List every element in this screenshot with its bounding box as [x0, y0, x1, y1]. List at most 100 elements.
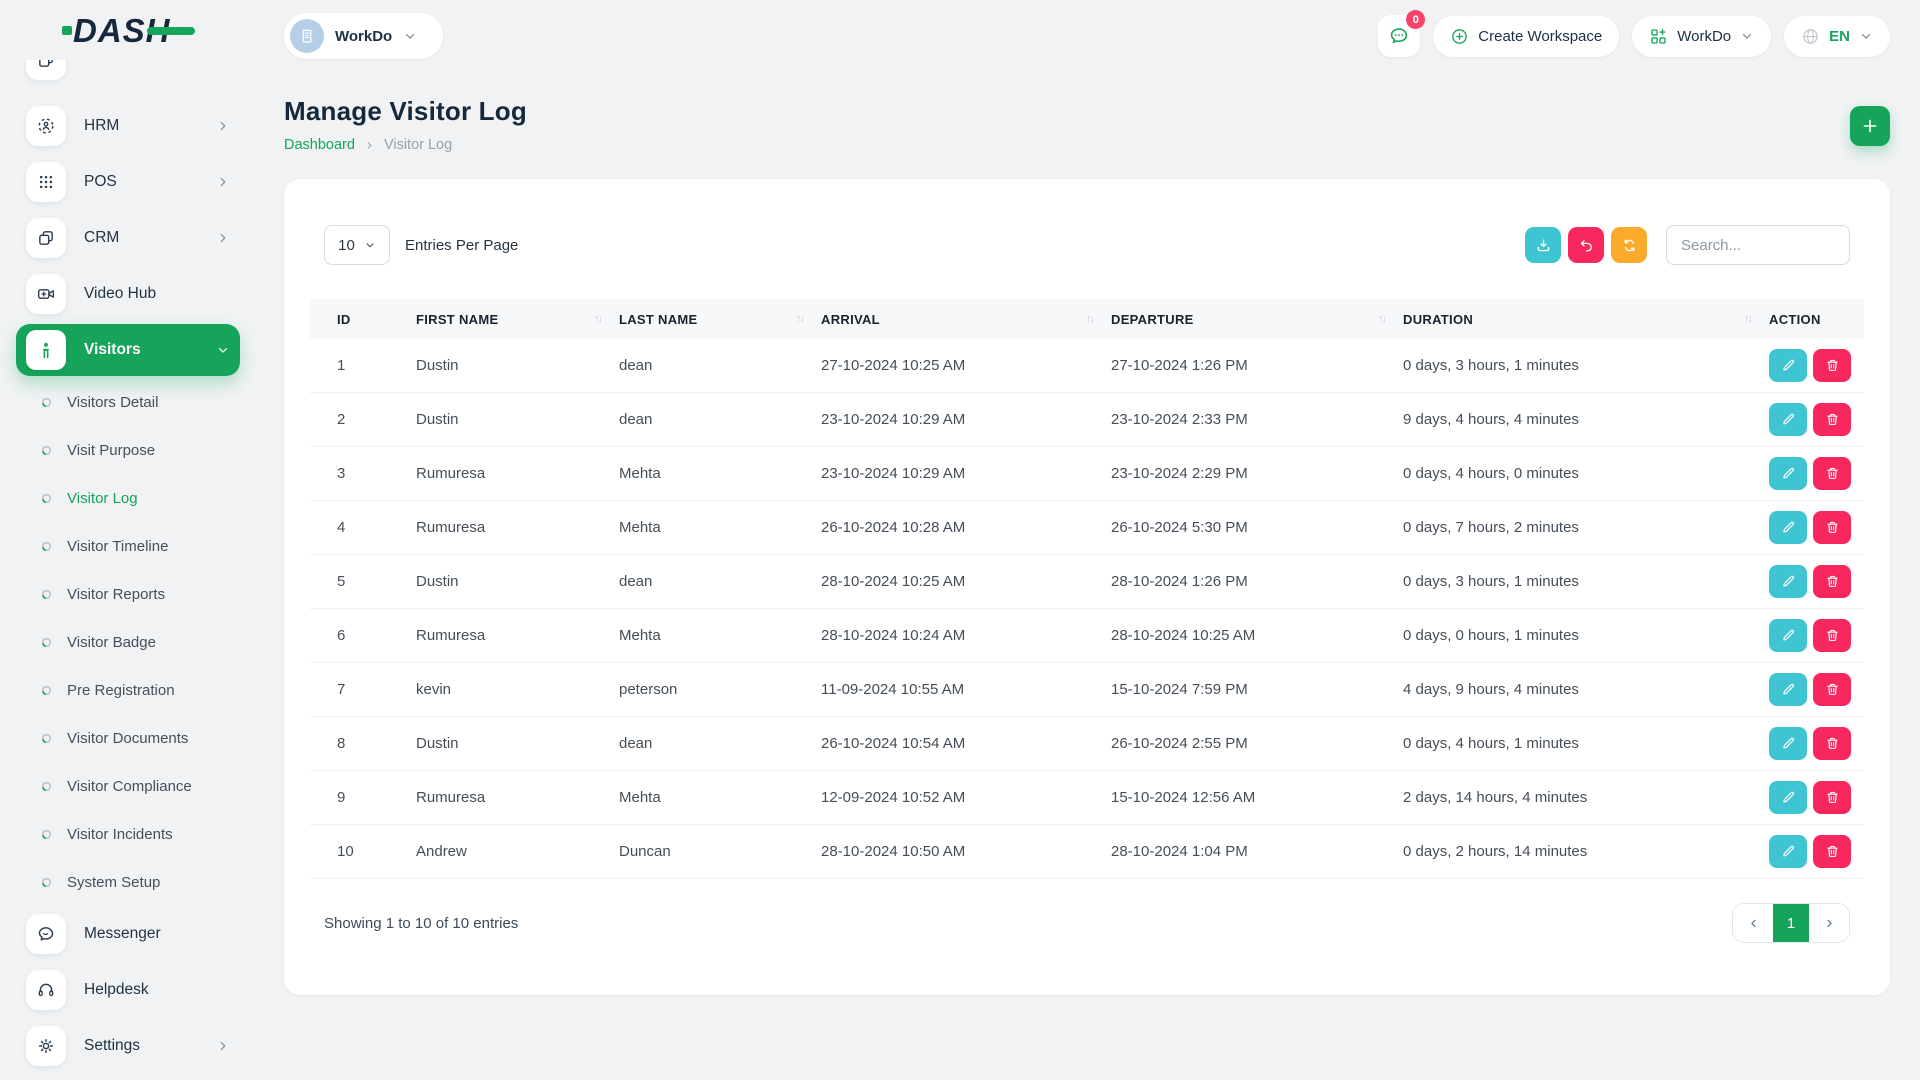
delete-button[interactable] — [1813, 457, 1851, 490]
sidebar-subitem-visitor-documents[interactable]: Visitor Documents — [16, 714, 240, 762]
delete-button[interactable] — [1813, 349, 1851, 382]
column-header-first-name[interactable]: FIRST NAME ↑↓ — [416, 299, 619, 339]
main-area: WorkDo 0 Create Workspace WorkDo — [256, 0, 1920, 1080]
globe-icon — [1801, 27, 1820, 46]
chat-bubble-icon — [1388, 25, 1410, 47]
chevron-right-icon — [216, 119, 230, 133]
trash-icon — [1825, 682, 1840, 697]
sidebar-item-messenger[interactable]: Messenger — [16, 906, 240, 962]
previous-page-button[interactable] — [1733, 904, 1773, 942]
edit-button[interactable] — [1769, 457, 1807, 490]
delete-button[interactable] — [1813, 673, 1851, 706]
sort-icon[interactable]: ↑↓ — [1378, 313, 1385, 325]
table-row: 7 kevin peterson 11-09-2024 10:55 AM 15-… — [310, 663, 1864, 717]
refresh-button[interactable] — [1611, 227, 1647, 263]
sort-icon[interactable]: ↑↓ — [1744, 313, 1751, 325]
sidebar-item-hrm[interactable]: HRM — [16, 98, 240, 154]
edit-button[interactable] — [1769, 619, 1807, 652]
table-row: 4 Rumuresa Mehta 26-10-2024 10:28 AM 26-… — [310, 501, 1864, 555]
edit-button[interactable] — [1769, 349, 1807, 382]
column-header-duration[interactable]: DURATION ↑↓ — [1403, 299, 1769, 339]
edit-button[interactable] — [1769, 727, 1807, 760]
workspace-name: WorkDo — [335, 28, 392, 45]
workspace-selector[interactable]: WorkDo — [284, 13, 443, 59]
pencil-icon — [1781, 466, 1796, 481]
cell-last-name: dean — [619, 393, 821, 447]
delete-button[interactable] — [1813, 511, 1851, 544]
entries-per-page-select[interactable]: 10 — [324, 225, 390, 265]
crm-icon — [26, 218, 66, 258]
sidebar-item-visitors[interactable]: Visitors — [16, 324, 240, 376]
sidebar-subitem-visitor-compliance[interactable]: Visitor Compliance — [16, 762, 240, 810]
column-header-arrival[interactable]: ARRIVAL ↑↓ — [821, 299, 1111, 339]
sidebar-subitem-visitors-detail[interactable]: Visitors Detail — [16, 378, 240, 426]
sort-icon[interactable]: ↑↓ — [594, 313, 601, 325]
cell-arrival: 23-10-2024 10:29 AM — [821, 393, 1111, 447]
cell-id: 5 — [310, 555, 416, 609]
column-header-departure[interactable]: DEPARTURE ↑↓ — [1111, 299, 1403, 339]
sidebar-item-label: CRM — [84, 229, 119, 247]
search-input[interactable] — [1666, 225, 1850, 265]
cell-action — [1769, 555, 1864, 609]
cell-last-name: Mehta — [619, 771, 821, 825]
cell-action — [1769, 717, 1864, 771]
workspace-menu-button[interactable]: WorkDo — [1632, 16, 1771, 57]
trash-icon — [1825, 844, 1840, 859]
delete-button[interactable] — [1813, 403, 1851, 436]
edit-button[interactable] — [1769, 511, 1807, 544]
pencil-icon — [1781, 682, 1796, 697]
reset-button[interactable] — [1568, 227, 1604, 263]
sidebar-subitem-pre-registration[interactable]: Pre Registration — [16, 666, 240, 714]
delete-button[interactable] — [1813, 619, 1851, 652]
language-selector[interactable]: EN — [1784, 16, 1890, 57]
sidebar-item-video-hub[interactable]: Video Hub — [16, 266, 240, 322]
edit-button[interactable] — [1769, 565, 1807, 598]
sidebar-subitem-visitor-timeline[interactable]: Visitor Timeline — [16, 522, 240, 570]
delete-button[interactable] — [1813, 781, 1851, 814]
cell-duration: 0 days, 3 hours, 1 minutes — [1403, 555, 1769, 609]
delete-button[interactable] — [1813, 727, 1851, 760]
sidebar-item-pos[interactable]: POS — [16, 154, 240, 210]
cell-first-name: Rumuresa — [416, 501, 619, 555]
export-button[interactable] — [1525, 227, 1561, 263]
sidebar-subitem-visitor-reports[interactable]: Visitor Reports — [16, 570, 240, 618]
cell-action — [1769, 771, 1864, 825]
sidebar-item-settings[interactable]: Settings — [16, 1018, 240, 1074]
sidebar-item-label: Visitors — [84, 341, 141, 359]
cell-arrival: 26-10-2024 10:28 AM — [821, 501, 1111, 555]
delete-button[interactable] — [1813, 565, 1851, 598]
plus-circle-icon — [1450, 27, 1469, 46]
column-header-last-name[interactable]: LAST NAME ↑↓ — [619, 299, 821, 339]
column-header-action[interactable]: ACTION ↑↓ — [1769, 299, 1864, 339]
sidebar-item-crm[interactable]: CRM — [16, 210, 240, 266]
pencil-icon — [1781, 736, 1796, 751]
sort-icon[interactable]: ↑↓ — [796, 313, 803, 325]
edit-button[interactable] — [1769, 403, 1807, 436]
breadcrumb-dashboard-link[interactable]: Dashboard — [284, 137, 355, 153]
cell-duration: 0 days, 7 hours, 2 minutes — [1403, 501, 1769, 555]
column-header-id[interactable]: ID ↑↓ — [310, 299, 416, 339]
download-icon — [1535, 237, 1552, 254]
sidebar-item-helpdesk[interactable]: Helpdesk — [16, 962, 240, 1018]
sidebar-subitem-visitor-incidents[interactable]: Visitor Incidents — [16, 810, 240, 858]
next-page-button[interactable] — [1809, 904, 1849, 942]
current-page-button[interactable]: 1 — [1773, 904, 1809, 942]
sort-icon[interactable]: ↑↓ — [1086, 313, 1093, 325]
cell-departure: 28-10-2024 1:26 PM — [1111, 555, 1403, 609]
edit-button[interactable] — [1769, 835, 1807, 868]
edit-button[interactable] — [1769, 673, 1807, 706]
delete-button[interactable] — [1813, 835, 1851, 868]
cell-id: 1 — [310, 339, 416, 393]
add-visitor-log-button[interactable] — [1850, 106, 1890, 146]
sidebar-subitem-system-setup[interactable]: System Setup — [16, 858, 240, 906]
create-workspace-button[interactable]: Create Workspace — [1433, 16, 1619, 57]
app-logo[interactable]: DASH — [0, 0, 256, 60]
table-header-row: ID ↑↓ FIRST NAME ↑↓ LAST NAME ↑↓ ARRIVAL… — [310, 299, 1864, 339]
messages-button[interactable]: 0 — [1378, 15, 1420, 57]
sidebar-subitem-visitor-badge[interactable]: Visitor Badge — [16, 618, 240, 666]
sidebar-subitem-visit-purpose[interactable]: Visit Purpose — [16, 426, 240, 474]
edit-button[interactable] — [1769, 781, 1807, 814]
sidebar-item-clipped[interactable] — [16, 60, 240, 92]
sidebar-item-label: HRM — [84, 117, 119, 135]
sidebar-subitem-visitor-log[interactable]: Visitor Log — [16, 474, 240, 522]
